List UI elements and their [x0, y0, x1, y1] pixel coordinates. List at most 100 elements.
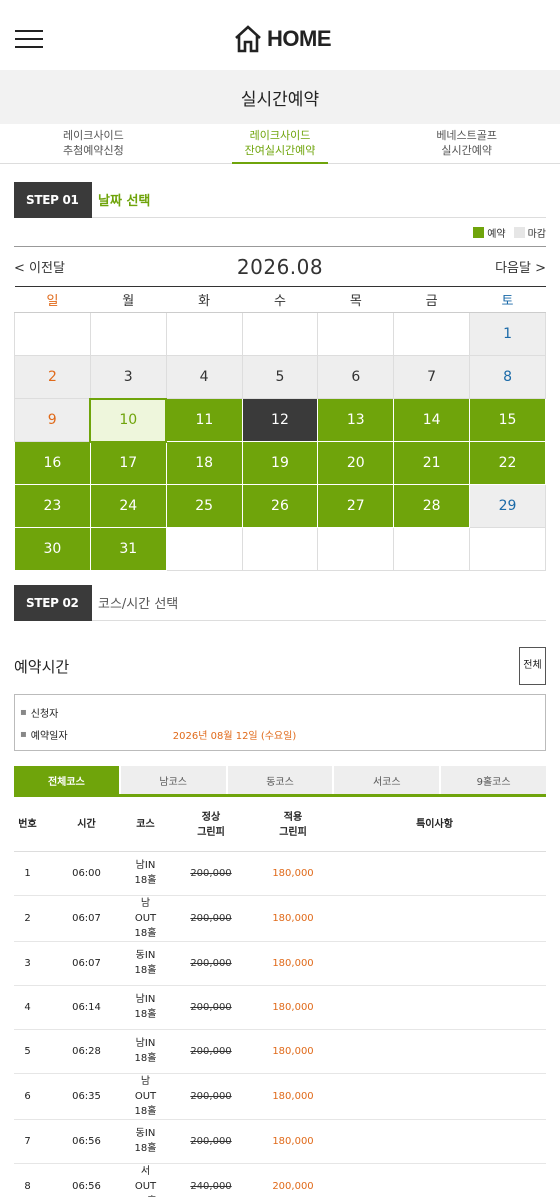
- calendar-day-22[interactable]: 22: [469, 441, 546, 485]
- calendar-day-28[interactable]: 28: [393, 484, 471, 528]
- calendar-empty-cell: [317, 312, 395, 356]
- course-name: 남IN: [135, 860, 156, 871]
- calendar-day-27[interactable]: 27: [317, 484, 395, 528]
- calendar-day-30[interactable]: 30: [14, 527, 91, 571]
- course-name: 남IN: [135, 1038, 156, 1049]
- table-row[interactable]: 1 06:00 남IN 18홀 200,000 180,000: [14, 851, 546, 896]
- menu-icon[interactable]: [15, 30, 43, 50]
- calendar-day-5: 5: [241, 355, 319, 399]
- cell-course: 남IN 18홀: [132, 851, 159, 896]
- tab-label-line1: 레이크사이드: [249, 129, 311, 142]
- tab-benest-realtime[interactable]: 베네스트골프 실시간예약: [373, 124, 560, 163]
- header-regular-fee: 정상 그린피: [159, 799, 263, 852]
- course-name: 동IN: [135, 1128, 156, 1139]
- header-note: 특이사항: [323, 799, 546, 852]
- tab-label-line2: 잔여실시간예약: [244, 144, 316, 157]
- tab-lakeside-remaining[interactable]: 레이크사이드 잔여실시간예약: [187, 124, 374, 164]
- cell-applied-fee: 180,000: [263, 895, 323, 942]
- table-row[interactable]: 3 06:07 동IN 18홀 200,000 180,000: [14, 941, 546, 986]
- all-button[interactable]: 전체: [519, 647, 546, 685]
- table-row[interactable]: 6 06:35 남OUT 18홀 200,000 180,000: [14, 1073, 546, 1120]
- bullet: ▪: [20, 728, 27, 740]
- calendar-day-16[interactable]: 16: [14, 441, 91, 485]
- tee-time-table: 번호 시간 코스 정상 그린피 적용 그린피 특이사항 1 06:00 남IN 18홀 20…: [14, 799, 546, 1197]
- calendar-day-24[interactable]: 24: [89, 484, 167, 528]
- legend-closed-label: 마감: [527, 228, 546, 240]
- header-course: 코스: [132, 799, 159, 852]
- cell-applied-fee: 180,000: [263, 1119, 323, 1164]
- prev-month-button[interactable]: < 이전달: [14, 257, 65, 276]
- tab-lakeside-lottery[interactable]: 레이크사이드 추첨예약신청: [0, 124, 187, 163]
- cell-course: 동IN 18홀: [132, 941, 159, 986]
- calendar-day-21[interactable]: 21: [393, 441, 471, 485]
- calendar-day-18[interactable]: 18: [165, 441, 243, 485]
- calendar-week-row: 16 17 18 19 20 21 22: [14, 441, 546, 485]
- cell-applied-fee: 200,000: [263, 1163, 323, 1197]
- cell-time: 06:07: [41, 941, 132, 986]
- cell-regular-fee: 200,000: [159, 985, 263, 1030]
- home-logo[interactable]: HOME: [233, 25, 332, 53]
- cell-note: [323, 985, 546, 1030]
- tab-label-line2: 추첨예약신청: [62, 144, 124, 157]
- cell-time: 06:00: [41, 851, 132, 896]
- reservation-type-tabs: 레이크사이드 추첨예약신청 레이크사이드 잔여실시간예약 베네스트골프 실시간예…: [0, 124, 560, 164]
- bullet: ▪: [20, 706, 27, 718]
- weekday-header: 토: [469, 286, 546, 313]
- cell-no: 8: [14, 1163, 41, 1197]
- cell-time: 06:35: [41, 1073, 132, 1120]
- calendar-week-row: 9 10 11 12 13 14 15: [14, 397, 546, 443]
- calendar-day-6: 6: [317, 355, 395, 399]
- table-row[interactable]: 2 06:07 남OUT 18홀 200,000 180,000: [14, 895, 546, 942]
- calendar-day-12[interactable]: 12: [241, 398, 319, 442]
- page-title-bar: 실시간예약: [0, 70, 560, 124]
- calendar-day-25[interactable]: 25: [165, 484, 243, 528]
- calendar-empty-cell: [165, 312, 243, 356]
- step-title: 코스/시간 선택: [98, 597, 179, 612]
- calendar-day-10[interactable]: 10: [89, 397, 168, 443]
- course-tabs: 전체코스 남코스 동코스 서코스 9홀코스: [14, 766, 546, 797]
- calendar-day-31[interactable]: 31: [89, 527, 167, 571]
- course-tab-east[interactable]: 동코스: [227, 766, 333, 794]
- reservation-date-row: ▪ 예약일자 2026년 08월 12일 (수요일): [20, 723, 545, 745]
- course-holes: 18홀: [134, 1009, 157, 1020]
- reservation-date-value: 2026년 08월 12일 (수요일): [172, 730, 297, 742]
- calendar-day-29: 29: [469, 484, 546, 528]
- calendar-day-4: 4: [165, 355, 243, 399]
- cell-course: 남IN 18홀: [132, 985, 159, 1030]
- calendar-day-13[interactable]: 13: [317, 398, 395, 442]
- cell-course: 남IN 18홀: [132, 1029, 159, 1074]
- cell-note: [323, 1073, 546, 1120]
- course-tab-south[interactable]: 남코스: [120, 766, 226, 794]
- table-row[interactable]: 7 06:56 동IN 18홀 200,000 180,000: [14, 1119, 546, 1164]
- calendar-day-17[interactable]: 17: [89, 441, 167, 485]
- course-tab-9hole[interactable]: 9홀코스: [441, 766, 546, 794]
- calendar-day-20[interactable]: 20: [317, 441, 395, 485]
- cell-note: [323, 1029, 546, 1074]
- calendar-day-23[interactable]: 23: [14, 484, 91, 528]
- cell-no: 4: [14, 985, 41, 1030]
- cell-applied-fee: 180,000: [263, 1029, 323, 1074]
- calendar-day-26[interactable]: 26: [241, 484, 319, 528]
- cell-no: 1: [14, 851, 41, 896]
- cell-applied-fee: 180,000: [263, 941, 323, 986]
- course-tab-west[interactable]: 서코스: [334, 766, 440, 794]
- course-holes: 18홀: [134, 875, 157, 886]
- cell-no: 7: [14, 1119, 41, 1164]
- cell-regular-fee: 200,000: [159, 1073, 263, 1120]
- table-row[interactable]: 4 06:14 남IN 18홀 200,000 180,000: [14, 985, 546, 1030]
- calendar-day-15[interactable]: 15: [469, 398, 546, 442]
- table-row[interactable]: 806:56서OUT18홀240,000200,000: [14, 1163, 546, 1197]
- next-month-button[interactable]: 다음달 >: [495, 257, 546, 276]
- course-holes: 18홀: [134, 965, 157, 976]
- calendar-day-14[interactable]: 14: [393, 398, 471, 442]
- course-tab-all[interactable]: 전체코스: [14, 766, 119, 794]
- cell-note: [323, 1119, 546, 1164]
- weekday-header: 일: [14, 286, 91, 313]
- weekday-header: 화: [166, 286, 243, 313]
- calendar-day-19[interactable]: 19: [241, 441, 319, 485]
- table-row[interactable]: 5 06:28 남IN 18홀 200,000 180,000: [14, 1029, 546, 1074]
- header-applied-line2: 그린피: [279, 826, 307, 838]
- cell-no: 5: [14, 1029, 41, 1074]
- cell-time: 06:07: [41, 895, 132, 942]
- calendar-day-11[interactable]: 11: [165, 398, 243, 442]
